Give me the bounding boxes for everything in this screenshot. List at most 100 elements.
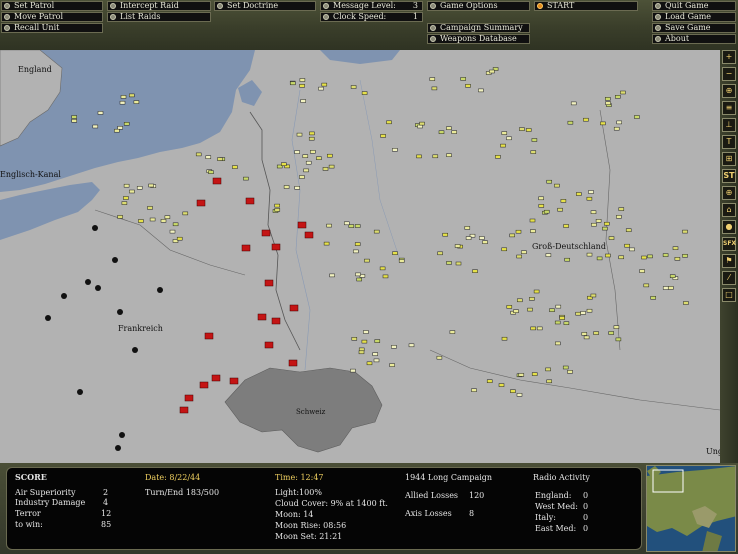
axis-unit-icon[interactable] [518, 373, 525, 377]
axis-unit-icon[interactable] [613, 126, 620, 131]
allied-unit-icon[interactable] [304, 231, 314, 239]
overview-minimap[interactable] [646, 465, 736, 552]
axis-unit-icon[interactable] [618, 207, 625, 211]
axis-unit-icon[interactable] [605, 97, 611, 101]
axis-unit-icon[interactable] [683, 301, 689, 305]
axis-unit-icon[interactable] [588, 190, 594, 194]
axis-unit-icon[interactable] [354, 224, 361, 228]
axis-unit-icon[interactable] [521, 250, 527, 254]
axis-unit-icon[interactable] [563, 224, 569, 228]
axis-unit-icon[interactable] [554, 183, 560, 188]
axis-unit-icon[interactable] [327, 153, 333, 158]
axis-unit-icon[interactable] [449, 330, 456, 334]
axis-unit-icon[interactable] [361, 91, 368, 95]
axis-unit-icon[interactable] [650, 296, 656, 300]
axis-unit-icon[interactable] [515, 229, 522, 234]
axis-unit-icon[interactable] [530, 326, 536, 331]
axis-unit-icon[interactable] [294, 186, 300, 190]
axis-unit-icon[interactable] [358, 347, 365, 352]
route-icon[interactable]: T [722, 135, 736, 149]
axis-unit-icon[interactable] [530, 150, 537, 154]
axis-unit-icon[interactable] [356, 277, 362, 282]
axis-unit-icon[interactable] [682, 254, 688, 258]
axis-unit-icon[interactable] [274, 208, 281, 212]
axis-unit-icon[interactable] [591, 222, 597, 227]
allied-unit-icon[interactable] [288, 359, 298, 367]
axis-unit-icon[interactable] [562, 365, 569, 370]
axis-unit-icon[interactable] [517, 298, 523, 303]
filter-icon[interactable]: ≡ [722, 101, 736, 115]
bomb-icon[interactable]: ● [722, 220, 736, 234]
allied-unit-icon[interactable] [204, 332, 214, 340]
axis-unit-icon[interactable] [232, 165, 238, 169]
axis-unit-icon[interactable] [629, 247, 635, 252]
allied-unit-icon[interactable] [289, 304, 299, 312]
save-game-button[interactable]: Save Game [652, 23, 736, 33]
axis-unit-icon[interactable] [662, 253, 669, 257]
axis-unit-icon[interactable] [398, 259, 405, 263]
axis-unit-icon[interactable] [350, 368, 356, 373]
allied-unit-icon[interactable] [297, 221, 307, 229]
weapons-database-button[interactable]: Weapons Database [427, 34, 530, 44]
axis-unit-icon[interactable] [92, 124, 99, 129]
axis-unit-icon[interactable] [299, 78, 306, 82]
axis-unit-icon[interactable] [446, 261, 452, 265]
axis-unit-icon[interactable] [310, 150, 316, 154]
axis-unit-icon[interactable] [454, 244, 461, 248]
axis-unit-icon[interactable] [529, 297, 535, 301]
clock-speed-control[interactable]: Clock Speed: 1 [320, 12, 423, 22]
axis-unit-icon[interactable] [326, 223, 332, 228]
axis-unit-icon[interactable] [554, 320, 561, 325]
axis-unit-icon[interactable] [160, 219, 167, 223]
axis-unit-icon[interactable] [355, 272, 361, 277]
axis-unit-icon[interactable] [543, 209, 550, 214]
axis-unit-icon[interactable] [308, 136, 315, 141]
set-doctrine-button[interactable]: Set Doctrine [214, 1, 316, 11]
axis-unit-icon[interactable] [586, 308, 593, 313]
axis-unit-icon[interactable] [580, 311, 586, 315]
axis-unit-icon[interactable] [545, 367, 551, 372]
axis-unit-icon[interactable] [129, 189, 135, 194]
axis-unit-icon[interactable] [133, 100, 140, 104]
axis-unit-icon[interactable] [593, 331, 599, 335]
axis-unit-icon[interactable] [71, 119, 77, 123]
square-icon[interactable]: □ [722, 288, 736, 302]
axis-unit-icon[interactable] [300, 99, 306, 103]
axis-unit-icon[interactable] [616, 120, 622, 125]
axis-unit-icon[interactable] [386, 120, 392, 125]
axis-unit-icon[interactable] [529, 218, 536, 223]
axis-unit-icon[interactable] [363, 330, 369, 334]
axis-unit-icon[interactable] [602, 226, 608, 231]
axis-unit-icon[interactable] [164, 215, 171, 219]
axis-unit-icon[interactable] [465, 84, 471, 88]
sfx-button[interactable]: SFX [722, 237, 736, 251]
axis-unit-icon[interactable] [531, 372, 538, 376]
quit-game-button[interactable]: Quit Game [652, 1, 736, 11]
allied-unit-icon[interactable] [212, 177, 222, 185]
axis-unit-icon[interactable] [391, 345, 397, 349]
axis-unit-icon[interactable] [506, 136, 512, 141]
axis-unit-icon[interactable] [195, 152, 202, 157]
axis-unit-icon[interactable] [616, 215, 622, 219]
axis-unit-icon[interactable] [97, 111, 104, 115]
message-level-control[interactable]: Message Level: 3 [320, 1, 423, 11]
move-patrol-button[interactable]: Move Patrol [1, 12, 103, 22]
axis-unit-icon[interactable] [516, 254, 522, 259]
recall-unit-button[interactable]: Recall Unit [1, 23, 103, 33]
axis-unit-icon[interactable] [205, 155, 212, 159]
tree-icon[interactable]: ⊥ [722, 118, 736, 132]
axis-unit-icon[interactable] [608, 236, 615, 240]
st-button[interactable]: ST [722, 169, 736, 183]
axis-unit-icon[interactable] [455, 261, 462, 266]
axis-unit-icon[interactable] [309, 131, 315, 136]
axis-unit-icon[interactable] [281, 162, 287, 166]
allied-unit-icon[interactable] [241, 244, 251, 252]
axis-unit-icon[interactable] [557, 207, 563, 212]
allied-unit-icon[interactable] [257, 313, 267, 321]
axis-unit-icon[interactable] [486, 379, 493, 383]
axis-unit-icon[interactable] [294, 150, 300, 154]
axis-unit-icon[interactable] [318, 86, 324, 91]
axis-unit-icon[interactable] [417, 124, 423, 129]
axis-unit-icon[interactable] [613, 325, 620, 329]
axis-unit-icon[interactable] [559, 316, 565, 320]
